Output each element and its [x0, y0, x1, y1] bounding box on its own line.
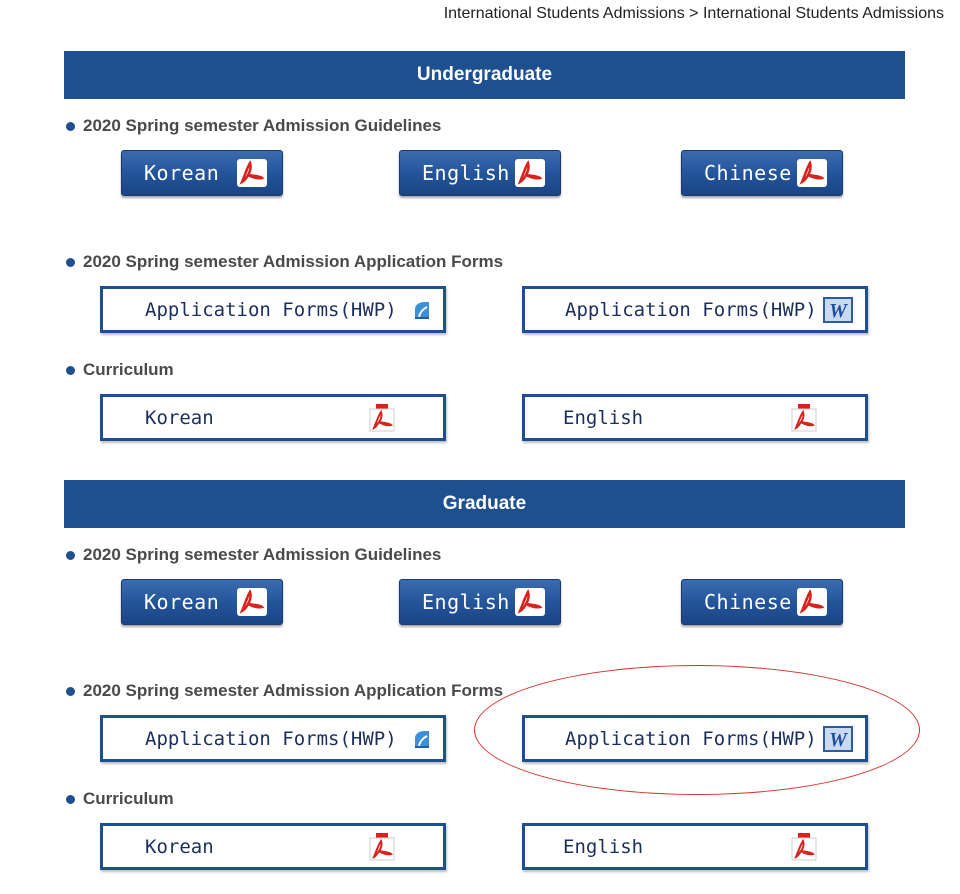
grad-forms-hwp-button[interactable]: Application Forms(HWP): [100, 715, 446, 762]
pdf-icon: [796, 158, 828, 188]
section-title: Undergraduate: [416, 64, 553, 85]
undergrad-curriculum-english-button[interactable]: English: [522, 394, 868, 441]
hwp-file-icon: [411, 299, 433, 321]
pdf-icon: [367, 403, 397, 433]
grad-forms-heading: 2020 Spring semester Admission Applicati…: [66, 681, 503, 701]
bullet-icon: [66, 121, 75, 131]
undergrad-forms-hwp-button[interactable]: Application Forms(HWP): [100, 286, 446, 333]
section-header-undergraduate: Undergraduate: [64, 51, 905, 99]
undergrad-guidelines-korean-button[interactable]: Korean: [121, 150, 283, 196]
grad-guidelines-korean-button[interactable]: Korean: [121, 579, 283, 625]
undergrad-guidelines-english-button[interactable]: English: [399, 150, 561, 196]
pdf-icon: [367, 832, 397, 862]
grad-curriculum-korean-button[interactable]: Korean: [100, 823, 446, 870]
grad-curriculum-english-button[interactable]: English: [522, 823, 868, 870]
grad-curriculum-heading: Curriculum: [66, 789, 174, 809]
word-doc-icon: W: [822, 296, 853, 323]
grad-guidelines-chinese-button[interactable]: Chinese: [681, 579, 843, 625]
pdf-icon: [789, 832, 819, 862]
section-title: Graduate: [442, 493, 527, 514]
undergrad-curriculum-heading: Curriculum: [66, 360, 174, 380]
undergrad-curriculum-korean-button[interactable]: Korean: [100, 394, 446, 441]
undergrad-guidelines-chinese-button[interactable]: Chinese: [681, 150, 843, 196]
pdf-icon: [514, 158, 546, 188]
section-header-graduate: Graduate: [64, 480, 905, 528]
pdf-icon: [236, 587, 268, 617]
svg-text:W: W: [829, 300, 848, 322]
pdf-icon: [789, 403, 819, 433]
undergrad-forms-word-button[interactable]: Application Forms(HWP) W: [522, 286, 868, 333]
word-doc-icon: W: [822, 725, 853, 752]
pdf-icon: [236, 158, 268, 188]
bullet-icon: [66, 686, 75, 696]
undergrad-guidelines-heading: 2020 Spring semester Admission Guideline…: [66, 116, 441, 136]
bullet-icon: [66, 794, 75, 804]
grad-guidelines-english-button[interactable]: English: [399, 579, 561, 625]
pdf-icon: [796, 587, 828, 617]
breadcrumb: International Students Admissions > Inte…: [443, 5, 944, 22]
grad-guidelines-heading: 2020 Spring semester Admission Guideline…: [66, 545, 441, 565]
svg-text:W: W: [829, 729, 848, 751]
hwp-file-icon: [411, 728, 433, 750]
pdf-icon: [514, 587, 546, 617]
grad-forms-word-button[interactable]: Application Forms(HWP) W: [522, 715, 868, 762]
undergrad-forms-heading: 2020 Spring semester Admission Applicati…: [66, 252, 503, 272]
bullet-icon: [66, 550, 75, 560]
bullet-icon: [66, 257, 75, 267]
bullet-icon: [66, 365, 75, 375]
